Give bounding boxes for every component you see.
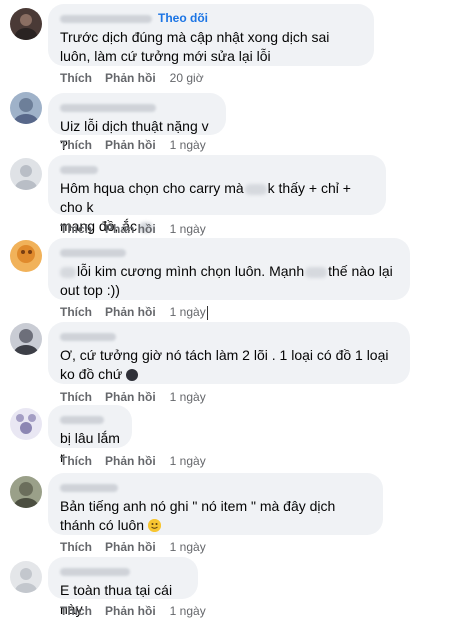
comment-actions: Thích Phản hồi 20 giờ <box>60 71 204 85</box>
author-name[interactable] <box>60 415 104 424</box>
like-button[interactable]: Thích <box>60 305 92 319</box>
reply-button[interactable]: Phản hồi <box>105 540 156 554</box>
comment-timestamp[interactable]: 1 ngày <box>170 540 206 554</box>
author-name[interactable] <box>60 567 130 576</box>
reply-button[interactable]: Phản hồi <box>105 604 156 618</box>
author-row <box>60 329 398 343</box>
avatar[interactable] <box>10 408 42 440</box>
avatar[interactable] <box>10 8 42 40</box>
author-row <box>60 564 186 578</box>
like-button[interactable]: Thích <box>60 138 92 152</box>
comment-bubble: E toàn thua tại cái này <box>48 557 198 617</box>
comment-text-part: thế nào lại <box>328 263 393 279</box>
like-button[interactable]: Thích <box>60 71 92 85</box>
reply-button[interactable]: Phản hồi <box>105 222 156 236</box>
avatar[interactable] <box>10 476 42 508</box>
redacted-word <box>305 266 328 278</box>
author-name[interactable] <box>60 248 126 257</box>
text-cursor <box>206 305 208 320</box>
reply-button[interactable]: Phản hồi <box>105 454 156 468</box>
like-button[interactable]: Thích <box>60 540 92 554</box>
avatar[interactable] <box>10 158 42 190</box>
reply-button[interactable]: Phản hồi <box>105 138 156 152</box>
comment-bubble: Theo dõi Trước dịch đúng mà cập nhật xon… <box>48 4 374 66</box>
avatar[interactable] <box>10 92 42 124</box>
comment-bubble: Uiz lỗi dịch thuật nặng v ? <box>48 93 226 153</box>
comment-text-part: Hôm hqua chọn cho carry mà <box>60 180 244 196</box>
avatar[interactable] <box>10 561 42 593</box>
author-name[interactable] <box>60 332 116 341</box>
comment-text-part: lỗi kim cương mình chọn luôn. Mạnh <box>77 263 305 279</box>
comment-actions: Thích Phản hồi 1 ngày <box>60 540 206 554</box>
comment-actions: Thích Phản hồi 1 ngày <box>60 138 206 152</box>
comment-bubble: Bản tiếng anh nó ghi " nó item " mà đây … <box>48 473 383 535</box>
comment-bubble: Ơ, cứ tưởng giờ nó tách làm 2 lõi . 1 lo… <box>48 322 410 384</box>
author-name[interactable] <box>60 14 152 23</box>
comment-text: Trước dịch đúng mà cập nhật xong dịch sa… <box>60 29 330 64</box>
author-row <box>60 162 374 176</box>
like-button[interactable]: Thích <box>60 604 92 618</box>
comment-actions: Thích Phản hồi 1 ngày <box>60 222 206 236</box>
comment-timestamp[interactable]: 1 ngày <box>170 222 206 236</box>
comment-timestamp[interactable]: 1 ngày <box>170 454 206 468</box>
reply-button[interactable]: Phản hồi <box>105 390 156 404</box>
author-row: Theo dõi <box>60 11 362 25</box>
comment-timestamp[interactable]: 20 giờ <box>170 71 204 85</box>
dark-circle-emoji-icon <box>126 369 139 381</box>
author-name[interactable] <box>60 483 118 492</box>
author-row <box>60 480 371 494</box>
smile-emoji-icon <box>147 519 161 532</box>
comment-actions: Thích Phản hồi 1 ngày <box>60 454 206 468</box>
comment-text: lỗi kim cương mình chọn luôn. Mạnh thế nà… <box>60 262 398 300</box>
comment-text-part: Ơ, cứ tưởng giờ nó tách làm 2 lõi . 1 lo… <box>60 347 389 382</box>
comment-actions: Thích Phản hồi 1 ngày <box>60 390 206 404</box>
follow-button[interactable]: Theo dõi <box>158 11 208 25</box>
author-row <box>60 100 214 114</box>
comment-text: Ơ, cứ tưởng giờ nó tách làm 2 lõi . 1 lo… <box>60 346 398 384</box>
author-name[interactable] <box>60 165 98 174</box>
reply-button[interactable]: Phản hồi <box>105 71 156 85</box>
comment-text: Bản tiếng anh nó ghi " nó item " mà đây … <box>60 497 371 535</box>
comment-bubble: lỗi kim cương mình chọn luôn. Mạnh thế nà… <box>48 238 410 300</box>
comment-bubble: bị lâu lắm r <box>48 405 132 465</box>
comment-actions: Thích Phản hồi 1 ngày <box>60 305 208 320</box>
comment-timestamp[interactable]: 1 ngày <box>170 390 206 404</box>
avatar[interactable] <box>10 240 42 272</box>
redacted-word <box>244 183 267 195</box>
comment-text-part: out top :)) <box>60 282 120 298</box>
comment-timestamp[interactable]: 1 ngày <box>170 305 206 319</box>
redacted-word <box>60 266 76 278</box>
avatar[interactable] <box>10 323 42 355</box>
like-button[interactable]: Thích <box>60 454 92 468</box>
like-button[interactable]: Thích <box>60 390 92 404</box>
author-row <box>60 412 120 426</box>
comment-actions: Thích Phản hồi 1 ngày <box>60 604 206 618</box>
comment-text-part: Bản tiếng anh nó ghi " nó item " mà đây … <box>60 498 336 533</box>
reply-button[interactable]: Phản hồi <box>105 305 156 319</box>
comment-bubble: Hôm hqua chọn cho carry mà k thấy + chỉ +… <box>48 155 386 234</box>
like-button[interactable]: Thích <box>60 222 92 236</box>
author-row <box>60 245 398 259</box>
author-name[interactable] <box>60 103 156 112</box>
comment-timestamp[interactable]: 1 ngày <box>170 604 206 618</box>
comment-timestamp[interactable]: 1 ngày <box>170 138 206 152</box>
